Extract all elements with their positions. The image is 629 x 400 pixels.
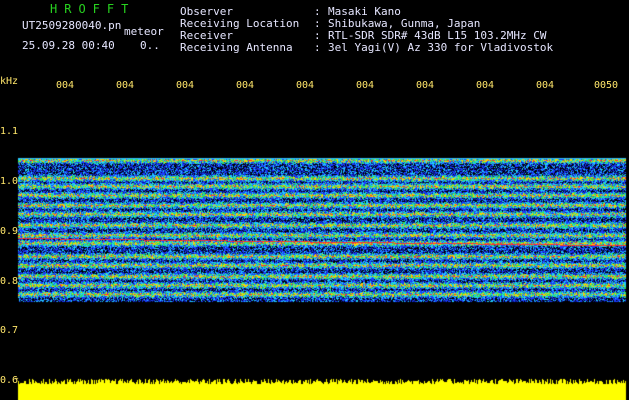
x-tick: 0050: [594, 80, 619, 91]
x-tick: 004: [356, 80, 375, 91]
date-time-label: 25.09.28 00:40: [22, 39, 115, 52]
antenna-sep: :: [314, 41, 321, 54]
meteor-label: meteor: [124, 25, 164, 38]
y-tick: 0.7: [0, 325, 19, 336]
x-tick: 004: [116, 80, 135, 91]
x-tick: 004: [536, 80, 555, 91]
spectrogram-canvas: [0, 0, 629, 400]
counter-label: 0..: [140, 39, 160, 52]
y-tick: 1.1: [0, 126, 19, 137]
x-tick: 004: [476, 80, 495, 91]
y-tick: 0.9: [0, 226, 19, 237]
y-tick: 0.6: [0, 375, 19, 386]
antenna-label: Receiving Antenna: [180, 41, 293, 54]
x-tick: 004: [416, 80, 435, 91]
filename-label: UT2509280040.pn: [22, 19, 122, 32]
station-title: HROFFT: [50, 2, 136, 16]
x-tick: 004: [236, 80, 255, 91]
x-tick: 004: [176, 80, 195, 91]
y-tick: 0.8: [0, 276, 19, 287]
y-unit-label: kHz: [0, 76, 19, 87]
x-tick: 004: [296, 80, 315, 91]
antenna-value: 3el Yagi(V) Az 330 for Vladivostok: [328, 41, 554, 54]
y-tick: 1.0: [0, 176, 19, 187]
x-tick: 004: [56, 80, 75, 91]
